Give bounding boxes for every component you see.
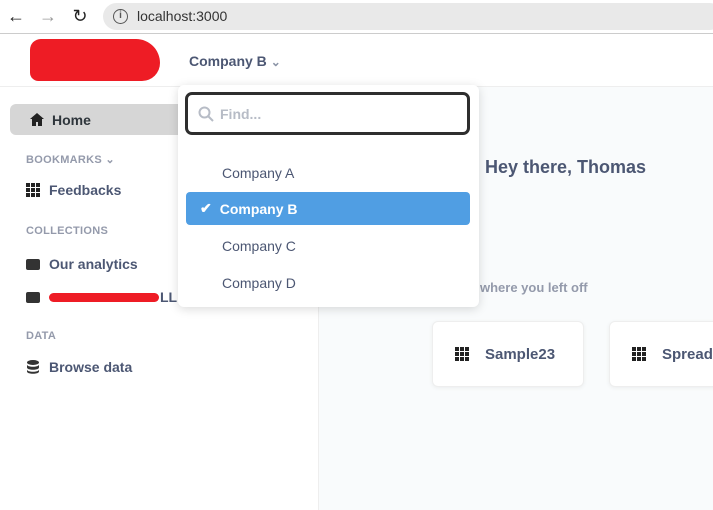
collection-label: LL: [160, 289, 178, 305]
info-icon[interactable]: i: [113, 9, 128, 24]
sidebar-item-feedbacks[interactable]: Feedbacks: [26, 182, 121, 198]
app-header: Company B ⌄: [0, 35, 713, 87]
browse-data-label: Browse data: [49, 359, 133, 375]
bookmarks-header[interactable]: BOOKMARKS ⌄: [26, 153, 115, 166]
reload-button[interactable]: ↻: [69, 6, 91, 26]
folder-icon: [26, 258, 40, 270]
option-company-a[interactable]: Company A: [186, 156, 470, 189]
chevron-down-icon: ⌄: [105, 154, 115, 166]
card-label: Spread: [662, 345, 713, 363]
chevron-down-icon: ⌄: [270, 55, 281, 69]
company-dropdown: Find... Company A ✔ Company B Company C C…: [178, 85, 479, 307]
sidebar-item-browse-data[interactable]: Browse data: [26, 359, 132, 375]
find-input[interactable]: Find...: [185, 92, 470, 135]
home-icon: [30, 113, 44, 126]
database-icon: [27, 360, 39, 374]
option-label: Company A: [222, 164, 295, 181]
back-button[interactable]: ←: [5, 6, 27, 26]
redaction-mark: [49, 292, 159, 302]
grid-icon: [455, 347, 469, 361]
folder-icon: [26, 291, 40, 303]
grid-icon: [26, 183, 40, 197]
sidebar-item-our-analytics[interactable]: Our analytics: [26, 256, 138, 272]
search-icon: [198, 106, 214, 122]
grid-icon: [632, 347, 646, 361]
feedbacks-label: Feedbacks: [49, 182, 122, 198]
option-label: Company D: [222, 274, 296, 291]
home-label: Home: [52, 111, 91, 128]
data-label: DATA: [26, 330, 57, 342]
recent-card[interactable]: Spread: [609, 321, 713, 387]
company-selector-label: Company B: [189, 53, 267, 69]
collections-label: COLLECTIONS: [26, 225, 109, 237]
recent-label: where you left off: [480, 280, 588, 295]
card-label: Sample23: [485, 345, 556, 363]
option-company-d[interactable]: Company D: [186, 266, 470, 299]
collection-label: Our analytics: [49, 256, 138, 272]
find-placeholder: Find...: [220, 105, 262, 122]
url-text: localhost:3000: [137, 8, 228, 24]
recent-card[interactable]: Sample23: [432, 321, 584, 387]
option-company-b[interactable]: ✔ Company B: [186, 192, 470, 225]
option-label: Company B: [219, 200, 298, 217]
option-company-c[interactable]: Company C: [186, 229, 470, 262]
greeting: Hey there, Thomas: [485, 157, 647, 177]
address-bar[interactable]: i localhost:3000: [103, 3, 713, 30]
company-selector[interactable]: Company B ⌄: [189, 53, 281, 69]
bookmarks-label: BOOKMARKS: [26, 154, 103, 166]
browser-toolbar: ← → ↻ i localhost:3000: [0, 0, 713, 34]
redacted-logo[interactable]: [30, 39, 160, 81]
option-label: Company C: [222, 237, 296, 254]
sidebar-item-redacted-collection[interactable]: LL: [26, 289, 177, 305]
forward-button[interactable]: →: [37, 6, 59, 26]
check-icon: ✔: [200, 200, 212, 216]
